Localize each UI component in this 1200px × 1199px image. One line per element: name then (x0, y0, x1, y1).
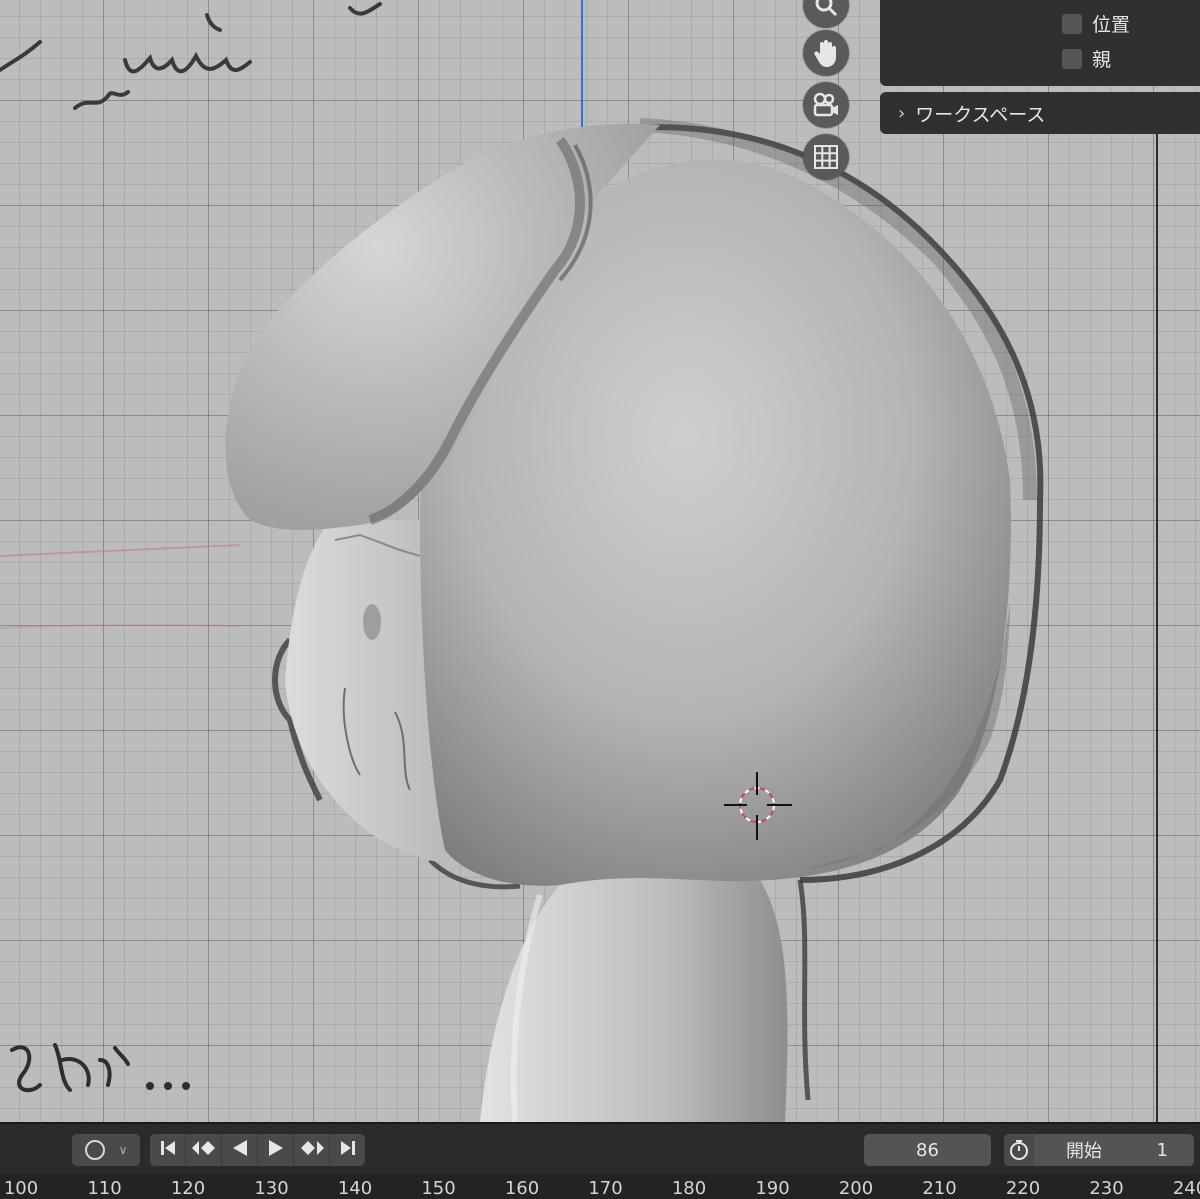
chevron-right-icon: › (898, 102, 906, 124)
location-checkbox[interactable] (1062, 13, 1082, 34)
next-keyframe-icon (299, 1140, 325, 1160)
timeline-header: ∨ 86 開始 1 (0, 1122, 1200, 1176)
circle-icon (84, 1140, 105, 1160)
camera-view-button[interactable] (803, 82, 849, 128)
ruler-tick-label: 150 (421, 1178, 456, 1199)
play-button[interactable] (258, 1134, 294, 1166)
playback-controls (150, 1134, 365, 1166)
jump-start-icon (159, 1140, 177, 1160)
ruler-tick-label: 120 (170, 1178, 206, 1199)
start-frame-field[interactable]: 開始 1 (1004, 1134, 1194, 1166)
parent-checkbox[interactable] (1062, 48, 1082, 69)
reference-line (0, 624, 241, 629)
properties-panel: 位置 親 (880, 0, 1200, 86)
start-frame-label: 開始 (1066, 1141, 1102, 1162)
sketch-neck-line (797, 879, 811, 1101)
ear-hole (363, 604, 381, 640)
checkbox-row-parent[interactable]: 親 (1062, 45, 1111, 72)
previous-keyframe-icon (191, 1140, 217, 1160)
workspace-panel-label: ワークスペース (915, 103, 1046, 126)
ruler-tick-label: 190 (755, 1178, 790, 1199)
camera-icon (811, 92, 841, 118)
chevron-down-icon: ∨ (118, 1143, 128, 1157)
ruler-tick-label: 220 (1005, 1178, 1041, 1199)
pan-button[interactable] (803, 30, 849, 76)
location-checkbox-label: 位置 (1092, 14, 1131, 36)
play-icon (267, 1139, 285, 1161)
ruler-tick-label: 170 (588, 1178, 623, 1199)
sketch-handwriting (10, 1043, 190, 1093)
ruler-tick-label: 200 (838, 1178, 874, 1199)
viewport-scene (0, 0, 1158, 1122)
grid-icon (813, 144, 839, 170)
sketch-scribble (0, 2, 382, 110)
ruler-tick-label: 210 (922, 1178, 957, 1199)
ruler-tick-label: 100 (3, 1178, 39, 1199)
current-frame-value: 86 (916, 1139, 939, 1161)
ruler-tick-label: 180 (671, 1178, 707, 1199)
checkbox-row-location[interactable]: 位置 (1062, 10, 1130, 37)
perspective-toggle-button[interactable] (803, 134, 849, 180)
hand-pan-icon (812, 38, 840, 68)
neck-mesh (480, 867, 788, 1122)
ruler-tick-label: 130 (254, 1178, 289, 1199)
current-frame-field[interactable]: 86 (864, 1134, 991, 1166)
ruler-tick-label: 160 (504, 1178, 540, 1199)
ruler-tick-label: 240 (1172, 1178, 1200, 1199)
timeline-ruler[interactable]: 100 110 120 130 140 150 160 170 180 190 200 210 220 2… (0, 1174, 1200, 1199)
ruler-tick-label: 110 (87, 1178, 122, 1199)
jump-to-next-keyframe-button[interactable] (294, 1134, 330, 1166)
jump-to-start-button[interactable] (150, 1134, 186, 1166)
reference-line (0, 544, 241, 557)
jump-to-end-button[interactable] (330, 1134, 365, 1166)
play-reverse-icon (231, 1139, 249, 1161)
play-reverse-button[interactable] (222, 1134, 258, 1166)
ruler-tick-label: 230 (1089, 1178, 1124, 1199)
parent-checkbox-label: 親 (1092, 49, 1112, 71)
keyframe-filter-dropdown[interactable]: ∨ (72, 1134, 140, 1166)
ruler-tick-label: 140 (337, 1178, 373, 1199)
zoom-icon (813, 0, 839, 18)
start-frame-value: 1 (1156, 1139, 1168, 1161)
jump-to-previous-keyframe-button[interactable] (186, 1134, 222, 1166)
stopwatch-icon[interactable] (1004, 1134, 1034, 1166)
jump-end-icon (339, 1140, 357, 1160)
3d-viewport[interactable]: 位置 親 › ワークスペース (0, 0, 1200, 1122)
workspace-panel-header[interactable]: › ワークスペース (880, 92, 1200, 134)
